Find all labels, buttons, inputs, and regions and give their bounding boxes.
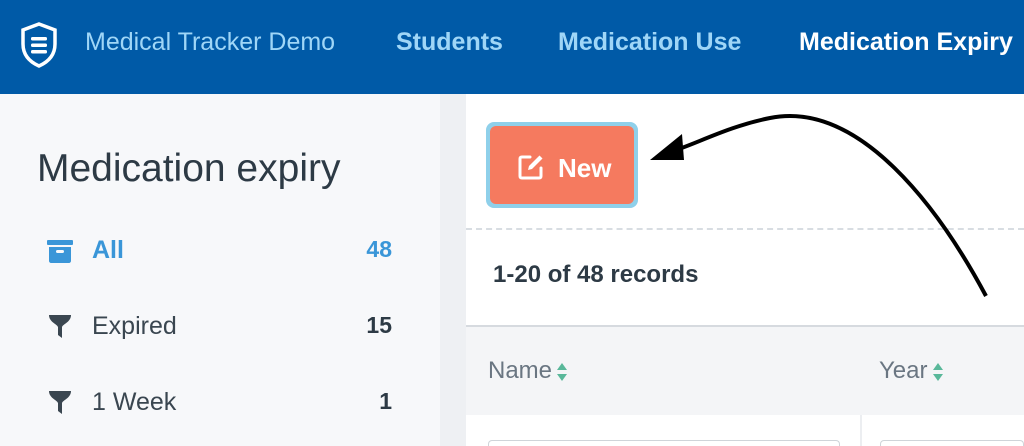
edit-icon bbox=[518, 155, 543, 180]
column-header-label: Year bbox=[879, 357, 928, 384]
sidebar-item-label: Expired bbox=[92, 312, 177, 340]
main-content: New 1-20 of 48 records Name Year bbox=[466, 94, 1024, 446]
sidebar-item-expired[interactable]: Expired 15 bbox=[0, 307, 440, 347]
sidebar-item-count: 48 bbox=[366, 236, 392, 262]
records-count: 1-20 of 48 records bbox=[493, 261, 699, 288]
top-nav-bar: Medical Tracker Demo Students Medication… bbox=[0, 0, 1024, 94]
sidebar-item-count: 15 bbox=[366, 312, 392, 338]
nav-medication-use[interactable]: Medication Use bbox=[558, 28, 741, 57]
sort-icon bbox=[932, 362, 943, 381]
sidebar-item-label: All bbox=[92, 236, 124, 264]
table-row[interactable] bbox=[488, 440, 840, 446]
sort-icon bbox=[557, 362, 568, 381]
logo-icon[interactable] bbox=[20, 22, 58, 68]
new-button[interactable]: New bbox=[490, 126, 634, 204]
column-divider bbox=[860, 415, 862, 446]
sidebar-item-label: 1 Week bbox=[92, 388, 177, 416]
filter-icon bbox=[49, 391, 71, 414]
toolbar-divider bbox=[466, 228, 1024, 230]
sidebar-item-count: 1 bbox=[379, 388, 392, 414]
inbox-icon bbox=[47, 240, 73, 263]
content-gutter bbox=[440, 94, 466, 446]
sidebar-item-all[interactable]: All 48 bbox=[0, 231, 440, 271]
new-button-highlight: New bbox=[486, 122, 638, 208]
new-button-label: New bbox=[558, 153, 612, 183]
nav-medication-expiry[interactable]: Medication Expiry bbox=[799, 28, 1013, 57]
nav-students[interactable]: Students bbox=[396, 28, 503, 57]
filter-icon bbox=[49, 315, 71, 338]
column-header-year[interactable]: Year bbox=[879, 357, 944, 385]
table-header: Name Year bbox=[466, 325, 1024, 415]
app-title[interactable]: Medical Tracker Demo bbox=[85, 28, 335, 57]
column-header-label: Name bbox=[488, 357, 553, 384]
table-row[interactable] bbox=[880, 440, 1024, 446]
sidebar-item-1-week[interactable]: 1 Week 1 bbox=[0, 383, 440, 423]
sidebar-title: Medication expiry bbox=[37, 147, 341, 190]
sidebar: Medication expiry All 48 Expired 15 1 We… bbox=[0, 94, 440, 446]
column-header-name[interactable]: Name bbox=[488, 357, 568, 385]
